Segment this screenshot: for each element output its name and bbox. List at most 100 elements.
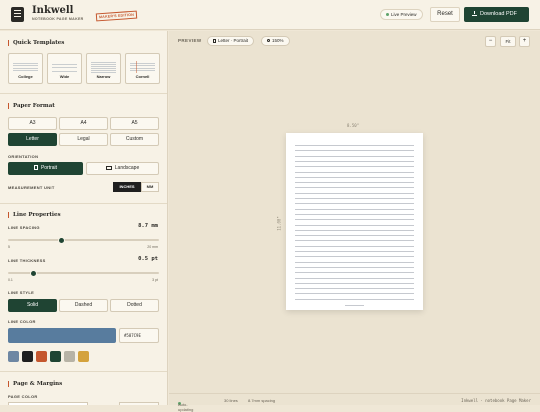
ruled-line [295, 155, 414, 157]
notebook-page-preview [286, 133, 423, 310]
style-dashed-button[interactable]: Dashed [59, 299, 108, 312]
ruled-line [295, 245, 414, 247]
zoom-pill[interactable]: 150% [261, 36, 290, 46]
brand-name: Inkwell [32, 5, 74, 16]
ruled-line [295, 266, 414, 268]
download-icon [472, 11, 477, 17]
fit-button[interactable]: Fit [500, 36, 516, 47]
template-cornell[interactable]: Cornell [125, 53, 160, 84]
ruled-line [295, 166, 414, 167]
line-properties-title: Line Properties [8, 212, 61, 218]
size-a5-button[interactable]: A5 [110, 117, 159, 130]
template-preview-icon [52, 61, 77, 73]
ruled-line [295, 256, 414, 257]
page-icon [213, 38, 216, 43]
template-wide[interactable]: Wide [47, 53, 82, 84]
ruled-line [295, 229, 414, 231]
page-margins-title: Page & Margins [8, 381, 62, 387]
template-college[interactable]: College [8, 53, 43, 84]
line-thickness-label: LINE THICKNESS [8, 258, 46, 263]
size-legal-button[interactable]: Legal [59, 133, 108, 146]
ruled-line [295, 240, 414, 241]
landscape-label: Landscape [114, 165, 140, 171]
paper-format-title: Paper Format [8, 103, 55, 109]
divider [0, 203, 167, 204]
zoom-pill-label: 150% [272, 38, 284, 43]
live-preview-label: Live Preview [391, 12, 417, 17]
live-preview-toggle[interactable]: Live Preview [380, 9, 423, 20]
reset-button[interactable]: Reset [430, 7, 460, 22]
template-label: Cornell [135, 74, 150, 79]
ruled-line [295, 192, 414, 194]
paper-pill-label: Letter · Portrait [218, 38, 249, 43]
line-color-picker[interactable] [8, 328, 116, 343]
ruled-line [295, 277, 414, 279]
preview-toolbar: PREVIEW Letter · Portrait 150% − Fit + [169, 31, 540, 50]
portrait-button[interactable]: Portrait [8, 162, 83, 175]
unit-inches-toggle[interactable]: INCHES [113, 182, 141, 192]
download-label: Download PDF [480, 11, 517, 17]
swatch-slate[interactable] [8, 351, 19, 362]
line-spacing-slider[interactable] [8, 236, 159, 244]
line-thickness-value: 0.5 pt [138, 256, 158, 262]
line-thickness-slider[interactable] [8, 269, 159, 277]
status-bar: Auto-updating 30 lines 8.7mm spacing Ink… [169, 393, 540, 412]
ruled-line [295, 282, 414, 284]
status-spacing: 8.7mm spacing [248, 398, 276, 403]
download-pdf-button[interactable]: Download PDF [464, 7, 529, 22]
orientation-label: ORIENTATION [8, 154, 39, 159]
line-color-hex-input[interactable]: #587C9E [119, 328, 159, 343]
page-color-label: PAGE COLOR [8, 394, 38, 399]
line-thickness-handle[interactable] [29, 269, 37, 277]
app-header: Inkwell NOTEBOOK PAGE MAKER MAKER'S EDIT… [0, 0, 540, 30]
ruled-line [295, 288, 414, 289]
line-spacing-handle[interactable] [58, 236, 66, 244]
ruled-line [295, 219, 414, 220]
thickness-max: 3 pt [152, 278, 158, 282]
status-credit: Inkwell · notebook Page Maker [461, 398, 531, 403]
template-label: Wide [59, 74, 70, 79]
zoom-out-button[interactable]: − [485, 36, 496, 47]
size-custom-button[interactable]: Custom [110, 133, 159, 146]
spacing-max: 20 mm [147, 245, 158, 249]
landscape-button[interactable]: Landscape [86, 162, 159, 175]
style-solid-button[interactable]: Solid [8, 299, 57, 312]
quick-templates-title: Quick Templates [8, 40, 64, 46]
portrait-icon [33, 165, 38, 171]
ruled-line [295, 208, 414, 210]
settings-sidebar[interactable]: Quick Templates College Wide Narrow Corn… [0, 31, 168, 405]
paper-format-pill[interactable]: Letter · Portrait [207, 36, 255, 46]
size-a4-button[interactable]: A4 [59, 117, 108, 130]
size-a3-button[interactable]: A3 [8, 117, 57, 130]
swatch-rust[interactable] [36, 351, 47, 362]
zoom-in-button[interactable]: + [519, 36, 530, 47]
style-dotted-button[interactable]: Dotted [110, 299, 159, 312]
unit-label: MEASUREMENT UNIT [8, 185, 55, 190]
brand-subtitle: NOTEBOOK PAGE MAKER [32, 17, 84, 21]
swatch-forest[interactable] [50, 351, 61, 362]
status-auto-label: Auto-updating [178, 402, 194, 412]
template-narrow[interactable]: Narrow [86, 53, 121, 84]
line-spacing-label: LINE SPACING [8, 225, 40, 230]
spacing-min: 5 [8, 245, 10, 249]
swatch-stone[interactable] [64, 351, 75, 362]
ruled-line [295, 261, 414, 263]
ruled-line [295, 213, 414, 215]
preview-area: PREVIEW Letter · Portrait 150% − Fit + 8… [169, 31, 540, 412]
preview-label: PREVIEW [178, 38, 202, 43]
page-height-dimension: 11.00" [276, 216, 282, 231]
template-label: Narrow [96, 74, 111, 79]
live-dot-icon [386, 13, 389, 17]
page-footer-line [345, 305, 364, 306]
ruled-line [295, 182, 414, 183]
unit-mm-toggle[interactable]: MM [141, 182, 159, 192]
ruled-line [295, 235, 414, 236]
thickness-min: 0.1 [8, 278, 13, 282]
size-letter-button[interactable]: Letter [8, 133, 57, 146]
ruled-line [295, 171, 414, 173]
edition-badge: MAKER'S EDITION [95, 10, 138, 22]
swatch-black[interactable] [22, 351, 33, 362]
search-icon [267, 39, 270, 43]
swatch-mustard[interactable] [78, 351, 89, 362]
portrait-label: Portrait [40, 165, 58, 171]
